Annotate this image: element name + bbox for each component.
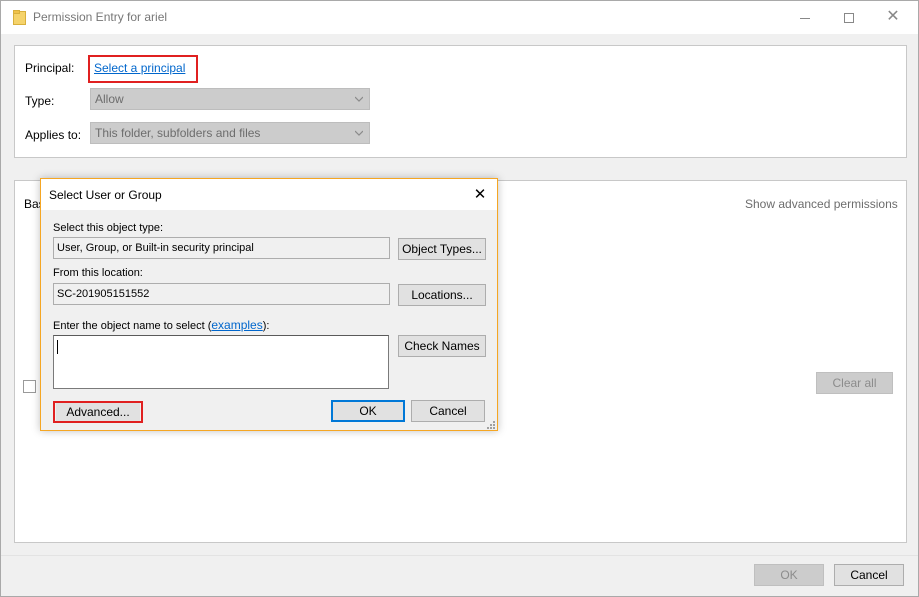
minimize-icon xyxy=(800,17,810,19)
dialog-close-button[interactable]: ✕ xyxy=(469,184,491,206)
examples-link[interactable]: examples xyxy=(211,318,262,332)
type-dropdown[interactable]: Allow xyxy=(90,88,370,110)
location-label: From this location: xyxy=(53,267,143,279)
close-icon: ✕ xyxy=(886,8,900,25)
enter-object-name-prefix: Enter the object name to select ( xyxy=(53,320,212,332)
check-names-button[interactable]: Check Names xyxy=(398,335,486,357)
permission-checkbox[interactable] xyxy=(23,380,36,393)
close-icon: ✕ xyxy=(473,186,487,203)
dialog-titlebar: Select User or Group ✕ xyxy=(41,179,497,210)
maximize-icon xyxy=(844,13,854,24)
object-type-field: User, Group, or Built-in security princi… xyxy=(53,237,390,259)
folder-icon xyxy=(13,10,26,25)
select-principal-link[interactable]: Select a principal xyxy=(94,61,185,75)
applies-to-value: This folder, subfolders and files xyxy=(95,126,261,140)
location-value: SC-201905151552 xyxy=(57,288,150,300)
object-name-input[interactable] xyxy=(53,335,389,389)
dialog-ok-button[interactable]: OK xyxy=(331,400,405,422)
locations-button[interactable]: Locations... xyxy=(398,284,486,306)
chevron-down-icon xyxy=(355,96,363,102)
type-value: Allow xyxy=(95,92,124,106)
type-label: Type: xyxy=(25,94,55,108)
clear-all-button[interactable]: Clear all xyxy=(816,372,893,394)
select-user-or-group-dialog: Select User or Group ✕ Select this objec… xyxy=(40,178,498,431)
object-types-button[interactable]: Object Types... xyxy=(398,238,486,260)
dialog-cancel-button[interactable]: Cancel xyxy=(411,400,485,422)
resize-grip-icon[interactable] xyxy=(485,419,495,429)
window-titlebar: Permission Entry for ariel ✕ xyxy=(1,1,918,34)
enter-object-name-suffix: ): xyxy=(262,320,270,332)
principal-label: Principal: xyxy=(25,61,75,75)
applies-to-label: Applies to: xyxy=(25,128,82,142)
applies-to-dropdown[interactable]: This folder, subfolders and files xyxy=(90,122,370,144)
window-title: Permission Entry for ariel xyxy=(33,10,168,24)
cancel-button[interactable]: Cancel xyxy=(834,564,904,586)
ok-button[interactable]: OK xyxy=(754,564,824,586)
object-type-value: User, Group, or Built-in security princi… xyxy=(57,242,254,254)
show-advanced-permissions-link[interactable]: Show advanced permissions xyxy=(745,197,898,211)
maximize-button[interactable] xyxy=(836,6,862,28)
enter-object-name-label: Enter the object name to select (example… xyxy=(53,318,269,332)
object-type-label: Select this object type: xyxy=(53,222,164,234)
dialog-title: Select User or Group xyxy=(49,188,162,202)
location-field: SC-201905151552 xyxy=(53,283,390,305)
minimize-button[interactable] xyxy=(792,6,818,28)
text-caret xyxy=(57,340,58,354)
close-button[interactable]: ✕ xyxy=(880,6,906,28)
chevron-down-icon xyxy=(355,130,363,136)
advanced-button[interactable]: Advanced... xyxy=(56,403,140,421)
